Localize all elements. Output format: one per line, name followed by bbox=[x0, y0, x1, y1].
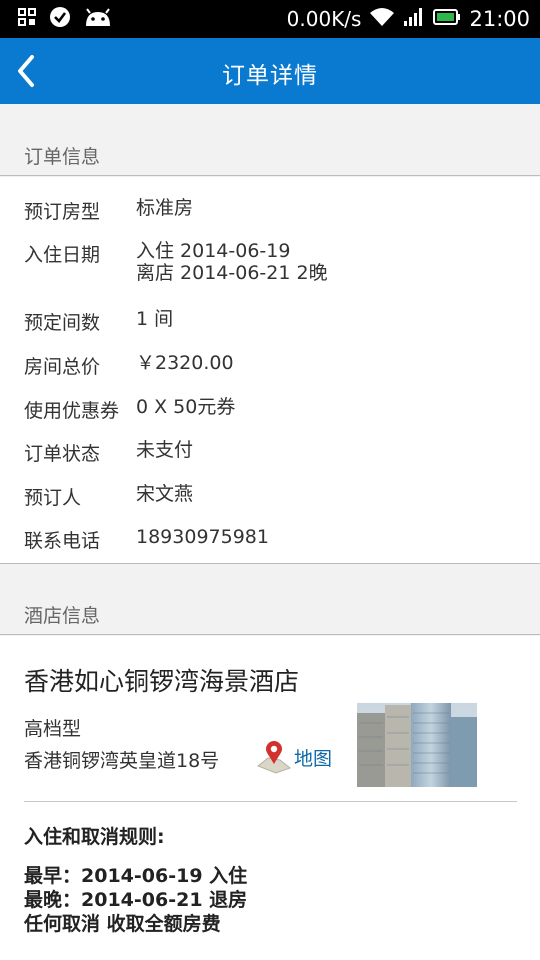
room-type-label: 预订房型 bbox=[24, 201, 101, 223]
map-label: 地图 bbox=[294, 747, 333, 770]
rule-latest-checkout: 最晚：2014-06-21 退房 bbox=[24, 889, 248, 911]
row-booker: 预订人 宋文燕 bbox=[24, 483, 193, 510]
phone-label: 联系电话 bbox=[24, 530, 101, 552]
divider bbox=[24, 801, 517, 802]
rule-cancellation: 任何取消 收取全额房费 bbox=[24, 913, 221, 935]
rules-list: 最早：2014-06-19 入住 最晚：2014-06-21 退房 任何取消 收… bbox=[24, 864, 247, 936]
map-pin-icon bbox=[257, 741, 292, 774]
hotel-grade: 高档型 bbox=[24, 718, 82, 740]
booker-value: 宋文燕 bbox=[136, 483, 194, 505]
total-price-value: ￥2320.00 bbox=[136, 352, 234, 374]
status-label: 订单状态 bbox=[24, 443, 101, 465]
status-bar: 0.00K/s 21:00 bbox=[0, 0, 540, 38]
page-title: 订单详情 bbox=[222, 63, 318, 89]
check-circle-icon bbox=[50, 7, 70, 31]
wifi-icon bbox=[369, 7, 395, 32]
room-type-value: 标准房 bbox=[136, 197, 194, 219]
rooms-value: 1 间 bbox=[136, 308, 174, 330]
signal-icon bbox=[403, 7, 425, 32]
battery-icon bbox=[433, 7, 461, 31]
net-speed: 0.00K/s bbox=[286, 7, 362, 31]
hotel-address: 香港铜锣湾英皇道18号 bbox=[24, 750, 220, 772]
row-stay-dates: 入住日期 入住 2014-06-19 离店 2014-06-21 2晚 bbox=[24, 240, 328, 284]
phone-value[interactable]: 18930975981 bbox=[136, 526, 269, 553]
checkout-date: 离店 2014-06-21 2晚 bbox=[136, 262, 328, 284]
rooms-label: 预定间数 bbox=[24, 312, 101, 334]
hotel-name: 香港如心铜锣湾海景酒店 bbox=[24, 667, 300, 696]
section-header-hotel: 酒店信息 bbox=[0, 597, 540, 635]
total-price-label: 房间总价 bbox=[24, 356, 101, 378]
coupon-value: 0 X 50元券 bbox=[136, 396, 236, 418]
coupon-label: 使用优惠券 bbox=[24, 400, 120, 422]
row-room-type: 预订房型 标准房 bbox=[24, 197, 193, 224]
rule-earliest-checkin: 最早：2014-06-19 入住 bbox=[24, 865, 248, 887]
booker-label: 预订人 bbox=[24, 487, 82, 509]
row-coupon: 使用优惠券 0 X 50元券 bbox=[24, 396, 235, 423]
row-phone: 联系电话 18930975981 bbox=[24, 526, 269, 553]
grid-icon bbox=[18, 8, 36, 30]
row-status: 订单状态 未支付 bbox=[24, 439, 193, 466]
stay-dates-label: 入住日期 bbox=[24, 244, 101, 266]
status-value: 未支付 bbox=[136, 439, 194, 461]
android-icon bbox=[84, 8, 112, 30]
rules-title: 入住和取消规则: bbox=[24, 826, 165, 848]
hotel-photo[interactable] bbox=[357, 703, 477, 787]
checkin-date: 入住 2014-06-19 bbox=[136, 240, 291, 262]
section-header-order: 订单信息 bbox=[0, 138, 540, 176]
map-button[interactable]: 地图 bbox=[256, 740, 332, 774]
row-rooms: 预定间数 1 间 bbox=[24, 308, 173, 335]
clock: 21:00 bbox=[469, 7, 530, 31]
app-bar: 订单详情 bbox=[0, 38, 540, 104]
row-total-price: 房间总价 ￥2320.00 bbox=[24, 352, 234, 379]
